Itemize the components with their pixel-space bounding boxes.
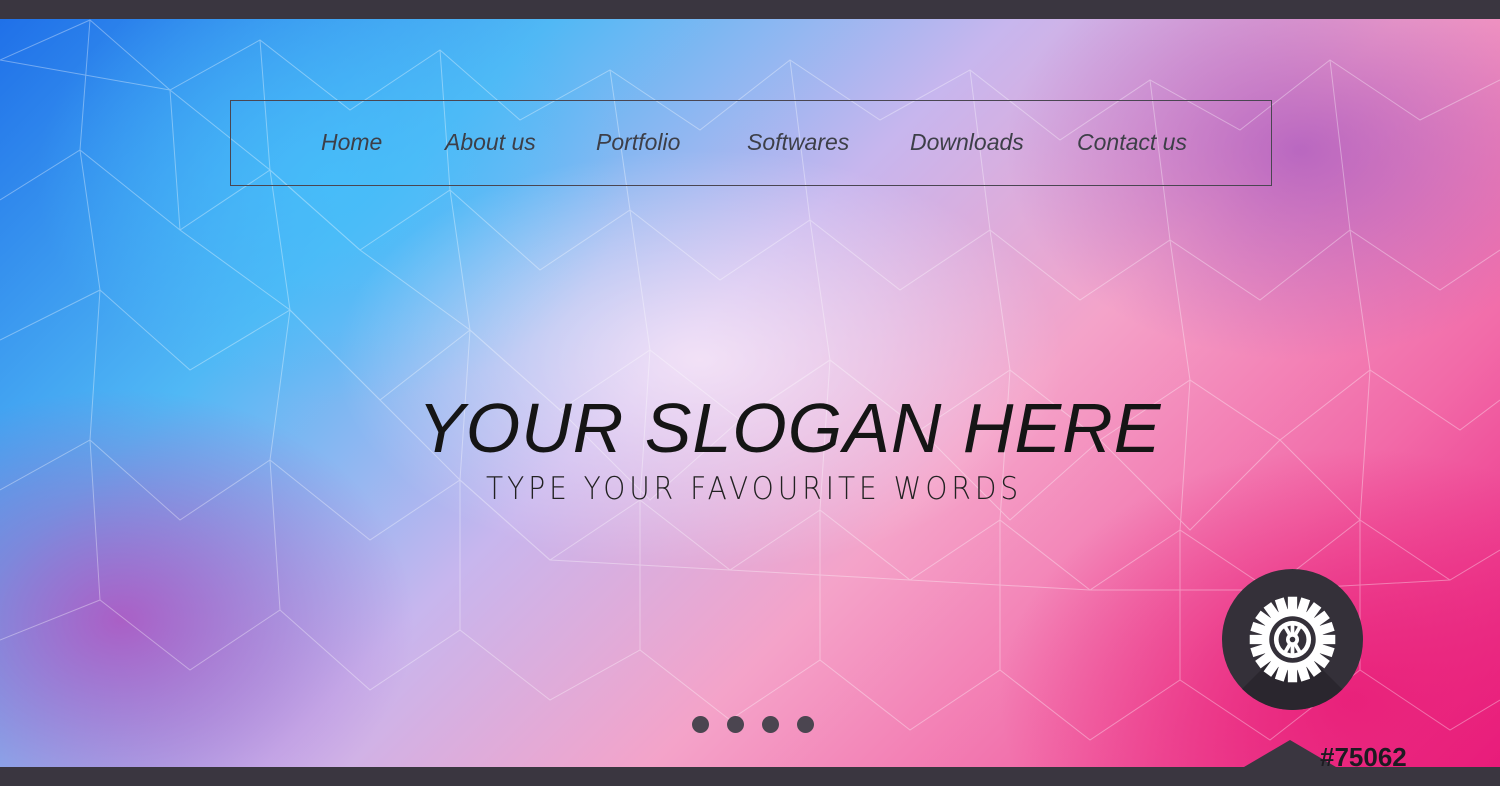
nav-item-home[interactable]: Home [321, 129, 382, 156]
hero-subline: TYPE YOUR FAVOURITE WORDS [486, 470, 1023, 507]
nav-item-about-us[interactable]: About us [445, 129, 536, 156]
stock-id-label: #75062 [1320, 742, 1407, 772]
slider-dot[interactable] [797, 716, 814, 733]
gear-icon [1249, 596, 1336, 683]
slider-dots [692, 716, 814, 733]
hero-slogan: YOUR SLOGAN HERE [418, 389, 1162, 467]
slider-dot[interactable] [762, 716, 779, 733]
nav-item-contact-us[interactable]: Contact us [1077, 129, 1187, 156]
top-bar [0, 0, 1500, 19]
slider-dot[interactable] [727, 716, 744, 733]
slider-dot[interactable] [692, 716, 709, 733]
settings-button[interactable] [1222, 569, 1363, 710]
nav-item-downloads[interactable]: Downloads [910, 129, 1024, 156]
nav-item-softwares[interactable]: Softwares [747, 129, 849, 156]
bottom-bar [0, 767, 1500, 786]
nav-item-portfolio[interactable]: Portfolio [596, 129, 680, 156]
